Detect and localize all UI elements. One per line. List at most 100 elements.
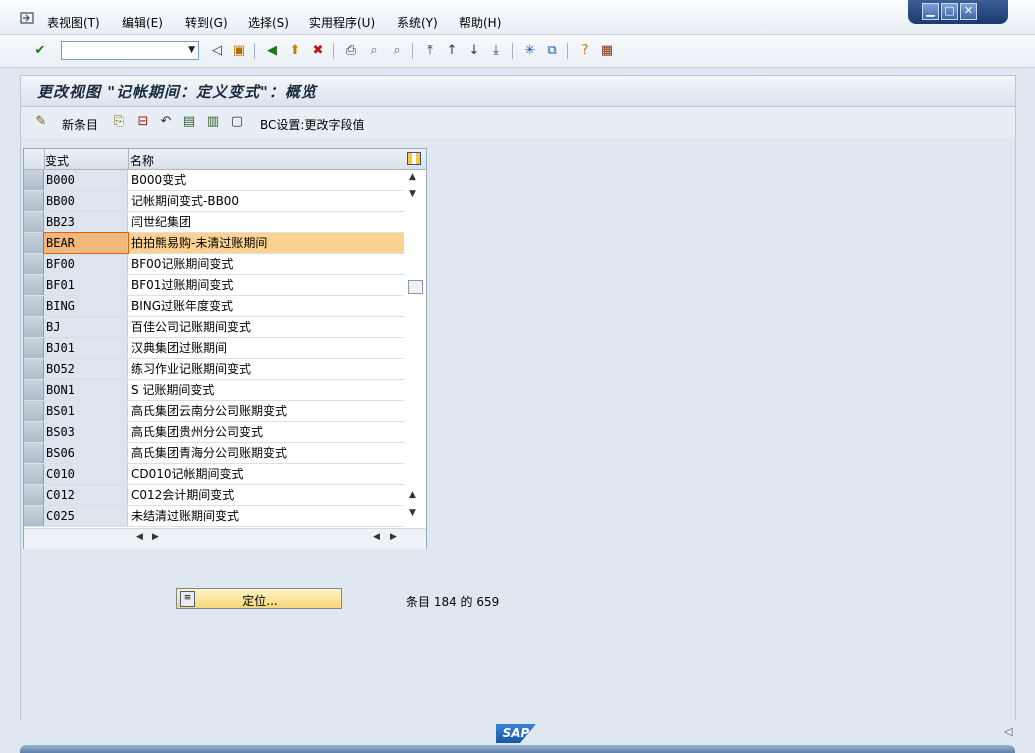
- display-change-icon[interactable]: ✎: [33, 114, 49, 130]
- table-row[interactable]: BS03 高氏集团贵州分公司变式: [24, 422, 404, 443]
- cell-variant[interactable]: BJ: [44, 317, 128, 337]
- select-all-icon[interactable]: ▤: [181, 114, 197, 130]
- column-header-name[interactable]: 名称: [130, 152, 154, 169]
- menu-table-view[interactable]: 表视图(T): [47, 14, 100, 31]
- find-next-icon[interactable]: ⌕: [388, 42, 406, 60]
- sap-menu-icon[interactable]: [20, 12, 34, 24]
- row-selector[interactable]: [24, 275, 44, 295]
- cell-name[interactable]: 闫世纪集团: [129, 212, 404, 232]
- cell-variant[interactable]: BS01: [44, 401, 128, 421]
- row-selector[interactable]: [24, 212, 44, 232]
- bc-set-button[interactable]: BC设置:更改字段值: [260, 116, 364, 133]
- cell-variant[interactable]: BS03: [44, 422, 128, 442]
- help-icon[interactable]: ?: [576, 42, 594, 60]
- back-icon[interactable]: ◀: [263, 42, 281, 60]
- row-selector[interactable]: [24, 233, 44, 253]
- cell-variant[interactable]: C010: [44, 464, 128, 484]
- cell-variant[interactable]: C025: [44, 506, 128, 526]
- row-selector[interactable]: [24, 254, 44, 274]
- cell-variant[interactable]: BON1: [44, 380, 128, 400]
- menu-system[interactable]: 系统(Y): [397, 14, 438, 31]
- cell-variant[interactable]: BB00: [44, 191, 128, 211]
- chevron-down-icon[interactable]: ▼: [188, 45, 195, 55]
- cell-name[interactable]: 汉典集团过账期间: [129, 338, 404, 358]
- command-field[interactable]: ▼: [61, 41, 199, 60]
- scroll-left-icon[interactable]: ◀: [136, 532, 143, 542]
- scroll-down-icon[interactable]: ▼: [409, 189, 416, 199]
- menu-edit[interactable]: 编辑(E): [122, 14, 163, 31]
- shortcut-icon[interactable]: ⧉: [543, 42, 561, 60]
- cell-name[interactable]: BING过账年度变式: [129, 296, 404, 316]
- copy-as-icon[interactable]: ⎘: [111, 114, 127, 130]
- table-settings-icon[interactable]: [407, 152, 421, 165]
- cell-name[interactable]: 练习作业记账期间变式: [129, 359, 404, 379]
- scroll-thumb[interactable]: [408, 280, 423, 294]
- table-row[interactable]: BS06 高氏集团青海分公司账期变式: [24, 443, 404, 464]
- last-page-icon[interactable]: ⤓: [487, 42, 505, 60]
- row-selector[interactable]: [24, 170, 44, 190]
- cell-name[interactable]: 高氏集团云南分公司账期变式: [129, 401, 404, 421]
- status-expand-icon[interactable]: ◁: [1004, 725, 1012, 738]
- row-selector[interactable]: [24, 359, 44, 379]
- menu-utilities[interactable]: 实用程序(U): [309, 14, 375, 31]
- select-block-icon[interactable]: ▥: [205, 114, 221, 130]
- vertical-scrollbar[interactable]: ▲ ▼ ▲ ▼: [406, 170, 424, 526]
- triangle-left-icon[interactable]: ◁: [208, 42, 226, 60]
- row-selector[interactable]: [24, 191, 44, 211]
- cell-name[interactable]: S 记账期间变式: [129, 380, 404, 400]
- table-row[interactable]: BF01 BF01过账期间变式: [24, 275, 404, 296]
- cell-name[interactable]: BF00记账期间变式: [129, 254, 404, 274]
- row-selector[interactable]: [24, 401, 44, 421]
- table-row[interactable]: BJ 百佳公司记账期间变式: [24, 317, 404, 338]
- cell-variant[interactable]: BF01: [44, 275, 128, 295]
- scroll-left-icon[interactable]: ◀: [373, 532, 380, 542]
- table-row[interactable]: C025 未结清过账期间变式: [24, 506, 404, 527]
- table-row[interactable]: C010 CD010记帐期间变式: [24, 464, 404, 485]
- row-selector[interactable]: [24, 338, 44, 358]
- exit-icon[interactable]: ⬆: [286, 42, 304, 60]
- scroll-right-icon[interactable]: ▶: [390, 532, 397, 542]
- table-row[interactable]: BING BING过账年度变式: [24, 296, 404, 317]
- table-row[interactable]: BON1 S 记账期间变式: [24, 380, 404, 401]
- cell-name[interactable]: 高氏集团贵州分公司变式: [129, 422, 404, 442]
- page-down-icon[interactable]: ▼: [409, 508, 416, 518]
- cell-name[interactable]: 百佳公司记账期间变式: [129, 317, 404, 337]
- table-row[interactable]: C012 C012会计期间变式: [24, 485, 404, 506]
- row-selector[interactable]: [24, 296, 44, 316]
- cell-name[interactable]: 拍拍熊易购-未清过账期间: [129, 233, 404, 253]
- menu-select[interactable]: 选择(S): [248, 14, 289, 31]
- cell-name[interactable]: 记帐期间变式-BB00: [129, 191, 404, 211]
- row-selector[interactable]: [24, 485, 44, 505]
- delete-icon[interactable]: ⊟: [135, 114, 151, 130]
- cell-name[interactable]: 高氏集团青海分公司账期变式: [129, 443, 404, 463]
- undo-change-icon[interactable]: ↶: [158, 114, 174, 130]
- row-selector[interactable]: [24, 317, 44, 337]
- row-selector[interactable]: [24, 464, 44, 484]
- cell-variant[interactable]: BJ01: [44, 338, 128, 358]
- table-row[interactable]: BB00 记帐期间变式-BB00: [24, 191, 404, 212]
- menu-goto[interactable]: 转到(G): [185, 14, 228, 31]
- cell-variant[interactable]: BF00: [44, 254, 128, 274]
- cell-variant[interactable]: B000: [44, 170, 128, 190]
- close-icon[interactable]: ✕: [960, 3, 977, 20]
- table-row[interactable]: BF00 BF00记账期间变式: [24, 254, 404, 275]
- maximize-icon[interactable]: □: [941, 3, 958, 20]
- minimize-icon[interactable]: ▁: [922, 3, 939, 20]
- cell-name[interactable]: B000变式: [129, 170, 404, 190]
- column-header-variant[interactable]: 变式: [45, 152, 69, 169]
- save-icon[interactable]: ▣: [230, 42, 248, 60]
- select-all-column[interactable]: [24, 149, 45, 169]
- table-row[interactable]: BO52 练习作业记账期间变式: [24, 359, 404, 380]
- cancel-icon[interactable]: ✖: [309, 42, 327, 60]
- cell-name[interactable]: C012会计期间变式: [129, 485, 404, 505]
- cell-name[interactable]: 未结清过账期间变式: [129, 506, 404, 526]
- scroll-right-icon[interactable]: ▶: [152, 532, 159, 542]
- table-row[interactable]: B000 B000变式: [24, 170, 404, 191]
- row-selector[interactable]: [24, 443, 44, 463]
- cell-name[interactable]: CD010记帐期间变式: [129, 464, 404, 484]
- print-icon[interactable]: ⎙: [342, 42, 360, 60]
- layout-menu-icon[interactable]: ▦: [598, 42, 616, 60]
- cell-variant[interactable]: BEAR: [43, 232, 129, 254]
- next-page-icon[interactable]: ↓: [465, 42, 483, 60]
- row-selector[interactable]: [24, 422, 44, 442]
